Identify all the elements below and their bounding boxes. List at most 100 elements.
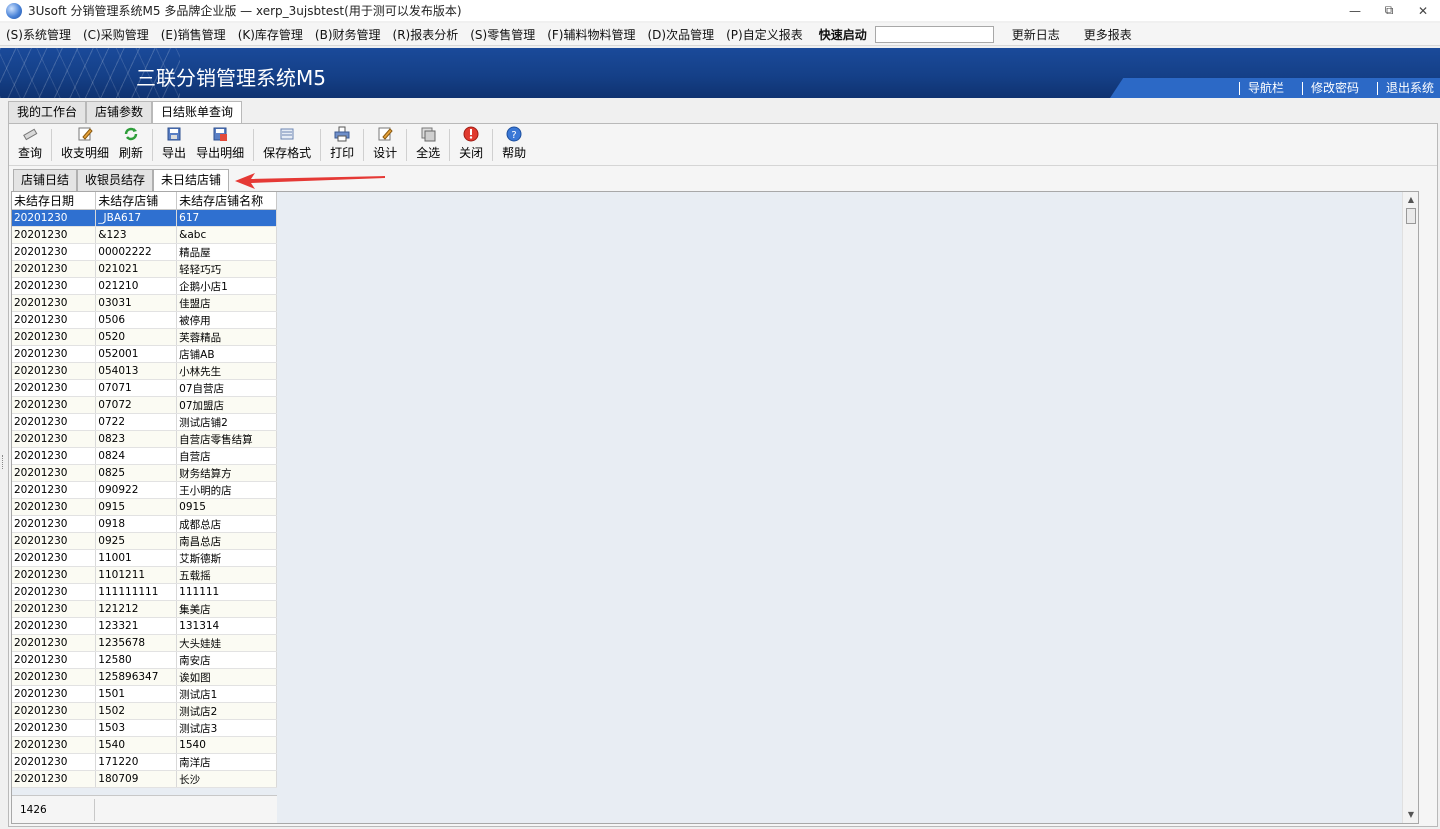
cell-date[interactable]: 20201230 — [12, 413, 97, 431]
table-row[interactable]: 20201230 052001 店铺AB — [12, 345, 277, 363]
cell-date[interactable]: 20201230 — [12, 464, 97, 482]
cell-date[interactable]: 20201230 — [12, 226, 97, 244]
cell-store-name[interactable]: 617 — [176, 209, 277, 227]
cell-date[interactable]: 20201230 — [12, 396, 97, 414]
cell-date[interactable]: 20201230 — [12, 566, 97, 584]
cell-date[interactable]: 20201230 — [12, 736, 97, 754]
nav-bar-link[interactable]: 导航栏 — [1238, 81, 1290, 95]
cell-store-code[interactable]: _JBA617 — [95, 209, 178, 227]
cell-store-name[interactable]: 长沙 — [176, 770, 277, 788]
cell-store-code[interactable]: 180709 — [95, 770, 178, 788]
query-button[interactable]: 查询 — [13, 125, 47, 165]
cell-store-code[interactable]: 0823 — [95, 430, 178, 448]
cell-store-code[interactable]: 1101211 — [95, 566, 178, 584]
table-row[interactable]: 20201230 03031 佳盟店 — [12, 294, 277, 312]
cell-store-name[interactable]: 诶如图 — [176, 668, 277, 686]
cell-date[interactable]: 20201230 — [12, 481, 97, 499]
cell-date[interactable]: 20201230 — [12, 515, 97, 533]
cell-date[interactable]: 20201230 — [12, 719, 97, 737]
cell-store-code[interactable]: 090922 — [95, 481, 178, 499]
table-row[interactable]: 20201230 171220 南洋店 — [12, 753, 277, 771]
cell-date[interactable]: 20201230 — [12, 277, 97, 295]
table-row[interactable]: 20201230 1101211 五载摇 — [12, 566, 277, 584]
table-row[interactable]: 20201230 121212 集美店 — [12, 600, 277, 618]
cell-date[interactable]: 20201230 — [12, 243, 97, 261]
cell-store-code[interactable]: 0520 — [95, 328, 178, 346]
cell-store-name[interactable]: 王小明的店 — [176, 481, 277, 499]
quick-start-input[interactable] — [874, 25, 994, 43]
cell-store-code[interactable]: 0506 — [95, 311, 178, 329]
cell-date[interactable]: 20201230 — [12, 345, 97, 363]
save-format-button[interactable]: 保存格式 — [258, 125, 316, 165]
cell-store-name[interactable]: 131314 — [176, 617, 277, 635]
cell-store-code[interactable]: 1501 — [95, 685, 178, 703]
cell-date[interactable]: 20201230 — [12, 651, 97, 669]
cell-store-name[interactable]: 集美店 — [176, 600, 277, 618]
menu-defects[interactable]: (D)次品管理 — [642, 26, 721, 43]
table-row[interactable]: 20201230 021021 轻轻巧巧 — [12, 260, 277, 278]
cell-date[interactable]: 20201230 — [12, 294, 97, 312]
cell-store-name[interactable]: &abc — [176, 226, 277, 244]
cell-store-code[interactable]: 121212 — [95, 600, 178, 618]
cell-store-name[interactable]: 大头娃娃 — [176, 634, 277, 652]
cell-store-code[interactable]: 0925 — [95, 532, 178, 550]
cell-store-code[interactable]: 052001 — [95, 345, 178, 363]
table-row[interactable]: 20201230 054013 小林先生 — [12, 362, 277, 380]
cell-date[interactable]: 20201230 — [12, 260, 97, 278]
cell-store-name[interactable]: 测试店3 — [176, 719, 277, 737]
cell-store-code[interactable]: 1503 — [95, 719, 178, 737]
cell-date[interactable]: 20201230 — [12, 634, 97, 652]
column-header-store-code[interactable]: 未结存店铺 — [95, 192, 178, 210]
income-expense-detail-button[interactable]: 收支明细 — [56, 125, 114, 165]
table-row[interactable]: 20201230 0722 测试店铺2 — [12, 413, 277, 431]
cell-date[interactable]: 20201230 — [12, 549, 97, 567]
table-row[interactable]: 20201230 0520 芙蓉精品 — [12, 328, 277, 346]
cell-store-name[interactable]: 企鹅小店1 — [176, 277, 277, 295]
cell-store-code[interactable]: 0825 — [95, 464, 178, 482]
cell-store-code[interactable]: 125896347 — [95, 668, 178, 686]
table-row[interactable]: 20201230 125896347 诶如图 — [12, 668, 277, 686]
table-row[interactable]: 20201230 0825 财务结算方 — [12, 464, 277, 482]
cell-store-name[interactable]: 成都总店 — [176, 515, 277, 533]
tab-workbench[interactable]: 我的工作台 — [8, 101, 87, 123]
cell-date[interactable]: 20201230 — [12, 362, 97, 380]
cell-store-code[interactable]: 12580 — [95, 651, 178, 669]
cell-store-name[interactable]: 财务结算方 — [176, 464, 277, 482]
table-row[interactable]: 20201230 180709 长沙 — [12, 770, 277, 788]
table-row[interactable]: 20201230 07071 07自营店 — [12, 379, 277, 397]
close-button[interactable]: 关闭 — [454, 125, 488, 165]
cell-store-name[interactable]: 南洋店 — [176, 753, 277, 771]
restore-button[interactable]: ⧉ — [1372, 0, 1406, 21]
print-button[interactable]: 打印 — [325, 125, 359, 165]
table-row[interactable]: 20201230 0823 自营店零售结算 — [12, 430, 277, 448]
cell-store-name[interactable]: 07加盟店 — [176, 396, 277, 414]
close-window-button[interactable]: ✕ — [1406, 0, 1440, 21]
splitter-grip[interactable] — [2, 455, 5, 469]
table-row[interactable]: 20201230 &123 &abc — [12, 226, 277, 244]
table-row[interactable]: 20201230 1501 测试店1 — [12, 685, 277, 703]
cell-store-code[interactable]: 03031 — [95, 294, 178, 312]
table-row[interactable]: 20201230 00002222 精品屋 — [12, 243, 277, 261]
cell-store-code[interactable]: 0722 — [95, 413, 178, 431]
cell-store-name[interactable]: 07自营店 — [176, 379, 277, 397]
cell-store-code[interactable]: 111111111 — [95, 583, 178, 601]
cell-store-name[interactable]: 测试店铺2 — [176, 413, 277, 431]
menu-purchase[interactable]: (C)采购管理 — [77, 26, 155, 43]
cell-store-name[interactable]: 1540 — [176, 736, 277, 754]
cell-date[interactable]: 20201230 — [12, 430, 97, 448]
tab-store-daily[interactable]: 店铺日结 — [13, 169, 78, 191]
cell-store-name[interactable]: 南安店 — [176, 651, 277, 669]
vertical-scrollbar[interactable]: ▲ ▼ — [1402, 192, 1418, 823]
tab-daily-bill-query[interactable]: 日结账单查询 — [152, 101, 243, 124]
cell-store-code[interactable]: 123321 — [95, 617, 178, 635]
table-row[interactable]: 20201230 021210 企鹅小店1 — [12, 277, 277, 295]
cell-store-code[interactable]: 054013 — [95, 362, 178, 380]
cell-store-name[interactable]: 0915 — [176, 498, 277, 516]
menu-retail[interactable]: (S)零售管理 — [464, 26, 541, 43]
cell-store-code[interactable]: 11001 — [95, 549, 178, 567]
scroll-down-icon[interactable]: ▼ — [1406, 810, 1416, 820]
menu-update-log[interactable]: 更新日志 — [1000, 26, 1072, 43]
table-row[interactable]: 20201230 1503 测试店3 — [12, 719, 277, 737]
cell-date[interactable]: 20201230 — [12, 379, 97, 397]
cell-date[interactable]: 20201230 — [12, 209, 97, 227]
